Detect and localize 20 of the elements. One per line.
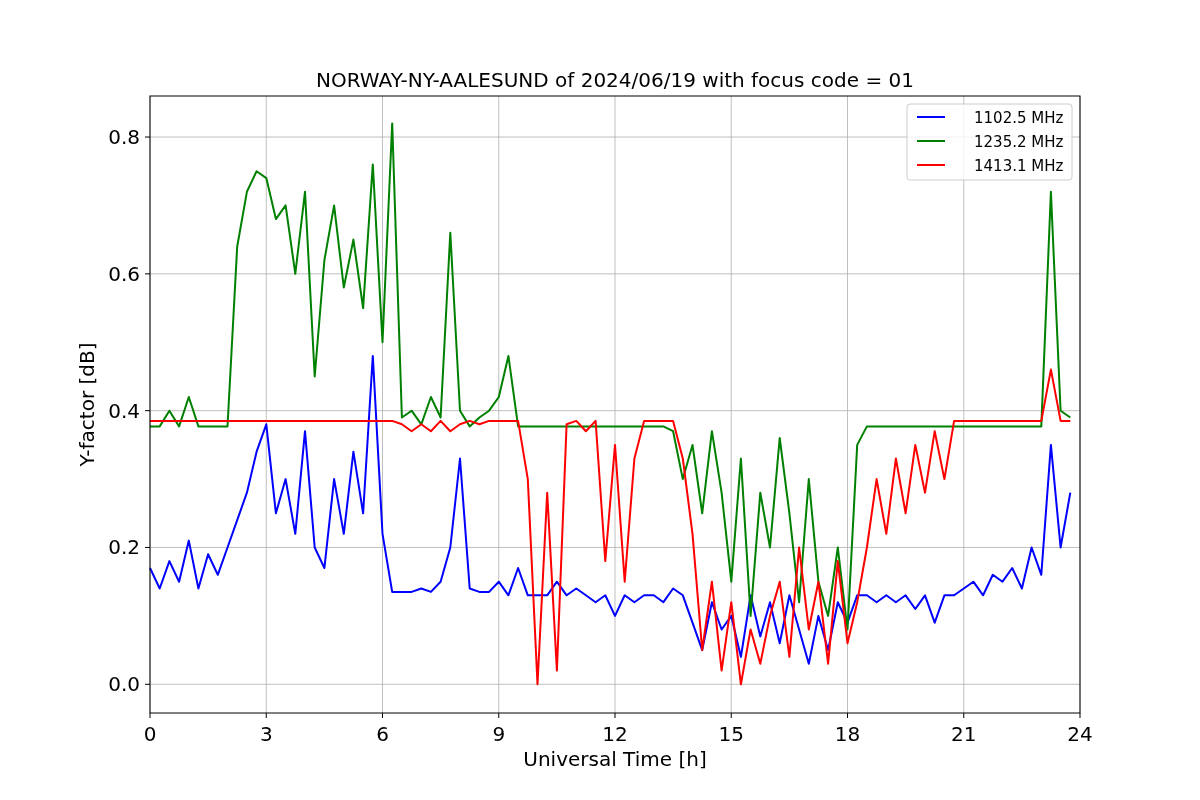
x-tick-label: 0 (143, 722, 157, 746)
y-axis-label: Y-factor [dB] (75, 342, 99, 467)
x-tick-label: 18 (834, 722, 861, 746)
chart-title: NORWAY-NY-AALESUND of 2024/06/19 with focus code = 01 (316, 68, 914, 92)
x-tick-label: 3 (259, 722, 273, 746)
x-tick-label: 15 (718, 722, 744, 746)
y-tick-label: 0.6 (108, 261, 140, 286)
x-tick-label: 24 (1067, 722, 1093, 746)
x-axis-label: Universal Time [h] (523, 747, 707, 771)
legend-label: 1102.5 MHz (974, 109, 1064, 127)
y-tick-label: 0.0 (108, 672, 140, 697)
legend-label: 1235.2 MHz (974, 133, 1064, 151)
y-tick-label: 0.4 (108, 398, 140, 423)
y-tick-label: 0.8 (108, 125, 140, 150)
y-tick-label: 0.2 (108, 535, 140, 560)
legend-label: 1413.1 MHz (974, 157, 1064, 175)
x-tick-label: 21 (951, 722, 977, 746)
x-tick-label: 6 (376, 722, 389, 746)
x-tick-label: 9 (492, 722, 506, 746)
x-tick-label: 12 (602, 722, 628, 746)
